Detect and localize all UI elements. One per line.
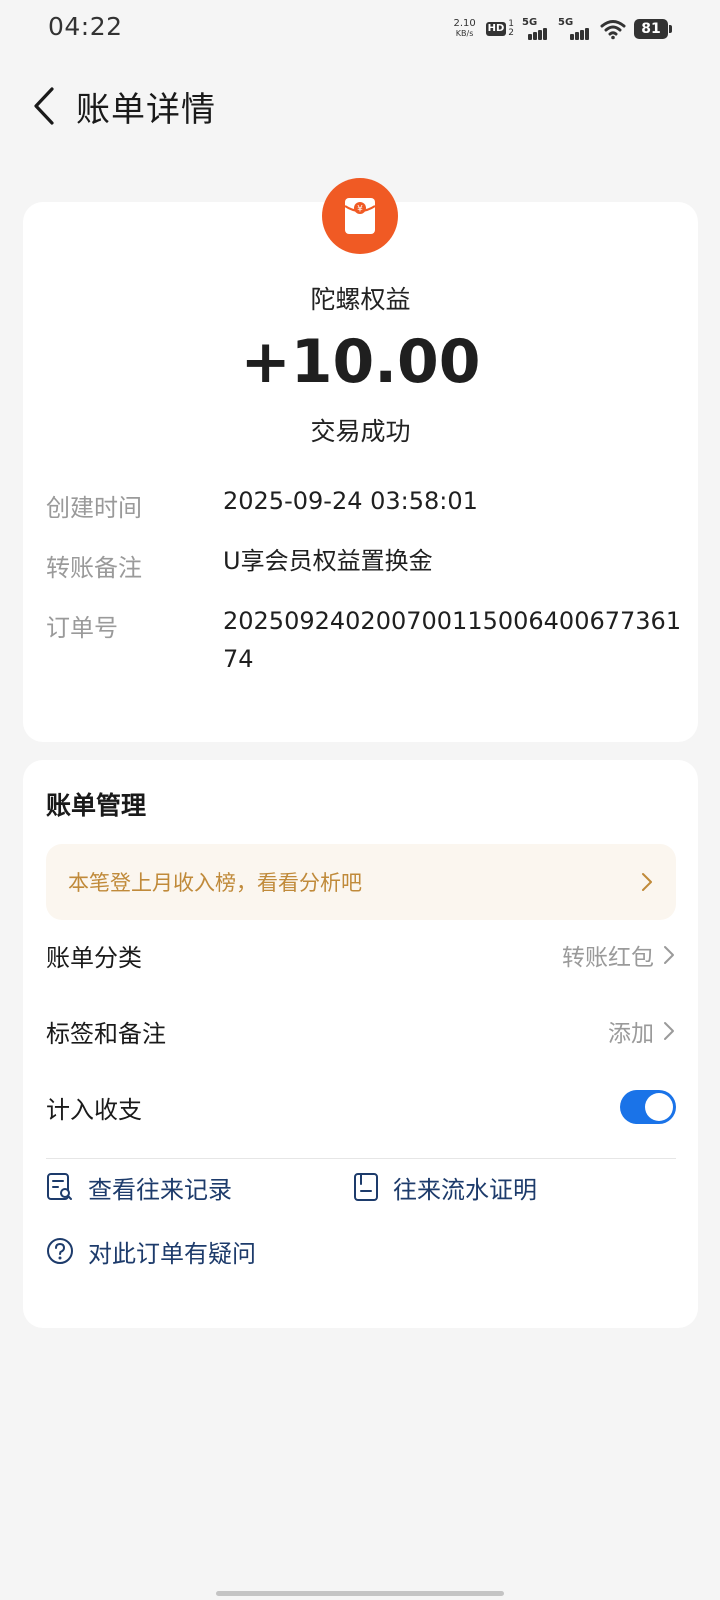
hd-sim-indicator: 1 2 <box>508 20 514 38</box>
svg-text:¥: ¥ <box>357 205 363 215</box>
divider <box>46 1158 676 1159</box>
link-label: 对此订单有疑问 <box>88 1239 256 1268</box>
home-indicator[interactable] <box>216 1591 504 1596</box>
page-title: 账单详情 <box>76 90 216 130</box>
document-icon <box>354 1173 378 1201</box>
hd-icon: HD 1 2 <box>485 20 514 38</box>
signal-1-label: 5G <box>522 17 538 28</box>
chevron-right-icon <box>664 946 674 964</box>
count-income-expense-toggle[interactable] <box>620 1090 676 1124</box>
detail-label: 转账备注 <box>46 554 142 582</box>
transaction-proof-link[interactable]: 往来流水证明 <box>353 1162 537 1212</box>
record-search-icon <box>47 1173 72 1200</box>
signal-bar <box>543 28 547 40</box>
network-speed-value: 2.10 <box>453 18 476 29</box>
wifi-icon <box>600 20 626 40</box>
nav-bar: 账单详情 <box>0 70 720 140</box>
transaction-card: ¥ 陀螺权益 +10.00 交易成功 创建时间 2025-09-24 03:58… <box>23 178 698 742</box>
detail-value: U享会员权益置换金 <box>223 547 433 575</box>
row-value: 转账红包 <box>562 945 654 971</box>
signal-2-label: 5G <box>558 17 574 28</box>
detail-value: 2025-09-24 03:58:01 <box>223 487 478 515</box>
signal-bar <box>528 34 532 40</box>
signal-2-icon: 5G <box>558 18 592 40</box>
chevron-right-icon <box>642 873 652 891</box>
network-speed: 2.10 KB/s <box>452 19 478 39</box>
row-label: 标签和备注 <box>46 1019 166 1048</box>
row-label: 计入收支 <box>46 1095 142 1124</box>
signal-bar <box>575 32 579 40</box>
section-title: 账单管理 <box>46 791 147 820</box>
hd-label: HD <box>485 22 507 36</box>
signal-1-icon: 5G <box>522 18 550 40</box>
status-bar: 04:22 2.10 KB/s HD 1 2 5G 5G 81 <box>0 0 720 58</box>
merchant-avatar: ¥ <box>322 178 398 254</box>
signal-bar <box>570 34 574 40</box>
red-envelope-icon: ¥ <box>344 198 376 234</box>
back-button[interactable] <box>24 84 64 128</box>
signal-bar <box>580 30 584 40</box>
detail-label: 订单号 <box>46 614 118 642</box>
transaction-status: 交易成功 <box>310 417 411 446</box>
order-question-link[interactable]: 对此订单有疑问 <box>46 1226 256 1276</box>
row-value: 添加 <box>608 1021 654 1047</box>
chevron-right-icon <box>664 1022 674 1040</box>
income-ranking-banner[interactable]: 本笔登上月收入榜，看看分析吧 <box>46 844 676 920</box>
row-right: 转账红包 <box>562 938 676 972</box>
transaction-amount: +10.00 <box>240 327 481 397</box>
detail-label: 创建时间 <box>46 494 142 522</box>
hd-sub: 2 <box>508 28 514 38</box>
bill-management-card: 账单管理 本笔登上月收入榜，看看分析吧 账单分类 转账红包 标签和备注 添加 计… <box>23 760 698 1328</box>
view-records-link[interactable]: 查看往来记录 <box>46 1162 232 1212</box>
link-label: 往来流水证明 <box>393 1175 537 1204</box>
signal-bar <box>538 30 542 40</box>
banner-text: 本笔登上月收入榜，看看分析吧 <box>68 871 362 895</box>
signal-bar <box>533 32 537 40</box>
row-right: 添加 <box>608 1014 676 1048</box>
status-time: 04:22 <box>48 12 123 41</box>
bill-category-row[interactable]: 账单分类 转账红包 <box>46 930 676 980</box>
status-icons: 2.10 KB/s HD 1 2 5G 5G 81 <box>452 16 672 42</box>
detail-value[interactable]: 20250924020070011500640067736174 <box>223 602 683 678</box>
row-label: 账单分类 <box>46 943 142 972</box>
chevron-left-icon <box>34 87 54 125</box>
signal-bar <box>585 28 589 40</box>
toggle-knob <box>645 1093 673 1121</box>
battery-icon: 81 <box>634 19 672 39</box>
battery-level: 81 <box>641 21 661 37</box>
link-label: 查看往来记录 <box>88 1175 232 1204</box>
tags-notes-row[interactable]: 标签和备注 添加 <box>46 1006 676 1056</box>
network-speed-unit: KB/s <box>455 29 474 38</box>
question-icon <box>47 1238 73 1264</box>
count-income-expense-row: 计入收支 <box>46 1082 676 1132</box>
merchant-name: 陀螺权益 <box>310 285 411 314</box>
